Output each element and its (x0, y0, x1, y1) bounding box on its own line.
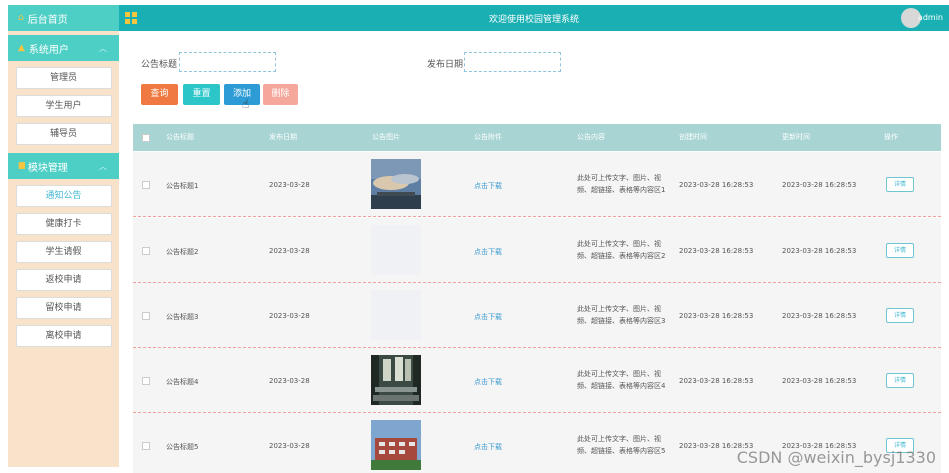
user-name[interactable]: admin (918, 13, 943, 22)
column-header-title[interactable]: 公告标题 (166, 124, 194, 151)
home-icon: ⌂ (18, 13, 24, 23)
app-root: ⌂ 后台首页 ▲ 系统用户 ︿ 管理员 学生用户 辅导员 ▮▮ 模块管理 ︿ 通… (0, 0, 949, 473)
sidebar-item-student-user[interactable]: 学生用户 (15, 95, 112, 117)
row-created: 2023-03-28 16:28:53 (679, 181, 754, 189)
title-search-input[interactable] (179, 52, 276, 72)
row-title: 公告标题5 (166, 443, 199, 451)
download-link[interactable]: 点击下载 (474, 181, 502, 191)
page-title: 欢迎使用校园管理系统 (488, 14, 579, 25)
select-all-checkbox[interactable] (142, 134, 150, 142)
chevron-up-icon: ︿ (99, 162, 107, 171)
delete-button[interactable]: 删除 (263, 84, 298, 105)
row-image (371, 355, 421, 405)
row-content: 此处可上传文字、图片、视频、超链接、表格等内容区1 (577, 174, 666, 194)
row-image (371, 290, 421, 340)
chevron-up-icon: ︿ (99, 44, 107, 53)
row-updated: 2023-03-28 16:28:53 (782, 377, 857, 385)
date-search-input[interactable] (464, 52, 561, 72)
notice-table: 公告标题 发布日期 公告图片 公告附件 公告内容 创建时间 更新时间 操作 公告… (133, 124, 941, 473)
row-checkbox[interactable] (142, 312, 150, 320)
title-search-label: 公告标题 (141, 60, 178, 70)
watermark: CSDN @weixin_bysj1330 (736, 448, 936, 467)
row-title: 公告标题3 (166, 313, 199, 321)
warning-icon: ▲ (18, 43, 25, 53)
sidebar-section-modules[interactable]: ▮▮ 模块管理 ︿ (8, 153, 119, 179)
row-content: 此处可上传文字、图片、视频、超链接、表格等内容区2 (577, 240, 666, 260)
row-created: 2023-03-28 16:28:53 (679, 247, 754, 255)
table-row: 公告标题2 2023-03-28 点击下载 此处可上传文字、图片、视频、超链接、… (133, 218, 941, 283)
column-header-image[interactable]: 公告图片 (372, 124, 400, 151)
row-date: 2023-03-28 (269, 442, 310, 450)
download-link[interactable]: 点击下载 (474, 247, 502, 257)
row-date: 2023-03-28 (269, 377, 310, 385)
sidebar-item-health-checkin[interactable]: 健康打卡 (15, 213, 112, 235)
row-checkbox[interactable] (142, 181, 150, 189)
row-date: 2023-03-28 (269, 247, 310, 255)
sidebar-section-users[interactable]: ▲ 系统用户 ︿ (8, 35, 119, 61)
row-image (371, 420, 421, 470)
date-search-label: 发布日期 (427, 60, 464, 70)
row-checkbox[interactable] (142, 377, 150, 385)
sidebar-home[interactable]: ⌂ 后台首页 (8, 5, 119, 31)
table-row: 公告标题3 2023-03-28 点击下载 此处可上传文字、图片、视频、超链接、… (133, 283, 941, 348)
sidebar-item-student-leave[interactable]: 学生请假 (15, 241, 112, 263)
sidebar-item-return-request[interactable]: 返校申请 (15, 269, 112, 291)
row-updated: 2023-03-28 16:28:53 (782, 181, 857, 189)
sidebar-item-admin[interactable]: 管理员 (15, 67, 112, 89)
column-header-attachment[interactable]: 公告附件 (474, 124, 502, 151)
row-content: 此处可上传文字、图片、视频、超链接、表格等内容区3 (577, 305, 666, 325)
download-link[interactable]: 点击下载 (474, 377, 502, 387)
sidebar-item-departure-request[interactable]: 离校申请 (15, 325, 112, 347)
sidebar-item-stay-request[interactable]: 留校申请 (15, 297, 112, 319)
reset-button[interactable]: 重置 (183, 84, 220, 105)
row-image (371, 225, 421, 275)
sidebar-item-counselor[interactable]: 辅导员 (15, 123, 112, 145)
bars-icon: ▮▮ (18, 161, 26, 171)
sidebar: ⌂ 后台首页 ▲ 系统用户 ︿ 管理员 学生用户 辅导员 ▮▮ 模块管理 ︿ 通… (8, 5, 119, 467)
row-created: 2023-03-28 16:28:53 (679, 312, 754, 320)
row-checkbox[interactable] (142, 442, 150, 450)
detail-button[interactable]: 详情 (886, 243, 914, 258)
detail-button[interactable]: 详情 (886, 177, 914, 192)
sidebar-item-notice[interactable]: 通知公告 (15, 185, 112, 207)
row-updated: 2023-03-28 16:28:53 (782, 247, 857, 255)
row-content: 此处可上传文字、图片、视频、超链接、表格等内容区4 (577, 370, 666, 390)
row-date: 2023-03-28 (269, 181, 310, 189)
column-header-content[interactable]: 公告内容 (577, 124, 605, 151)
detail-button[interactable]: 详情 (886, 373, 914, 388)
table-row: 公告标题4 2023-03-28 点击下载 此处可上传文字、图片、视频、超链接、… (133, 348, 941, 413)
table-header: 公告标题 发布日期 公告图片 公告附件 公告内容 创建时间 更新时间 操作 (133, 124, 941, 151)
column-header-action: 操作 (884, 133, 898, 141)
row-title: 公告标题1 (166, 182, 199, 190)
column-header-created[interactable]: 创建时间 (679, 124, 707, 151)
hand-cursor-icon: ☝ (242, 97, 250, 111)
search-button[interactable]: 查询 (141, 84, 178, 105)
column-header-date[interactable]: 发布日期 (269, 124, 297, 151)
row-title: 公告标题4 (166, 378, 199, 386)
sidebar-section-label: 模块管理 (27, 162, 68, 174)
table-row: 公告标题1 2023-03-28 点击下载 此处可上传文字、图片、视频、超链接、… (133, 152, 941, 217)
sidebar-section-label: 系统用户 (28, 44, 69, 56)
column-header-updated[interactable]: 更新时间 (782, 124, 810, 151)
row-date: 2023-03-28 (269, 312, 310, 320)
download-link[interactable]: 点击下载 (474, 312, 502, 322)
row-checkbox[interactable] (142, 247, 150, 255)
row-created: 2023-03-28 16:28:53 (679, 377, 754, 385)
row-updated: 2023-03-28 16:28:53 (782, 312, 857, 320)
sidebar-home-label: 后台首页 (27, 14, 68, 26)
row-title: 公告标题2 (166, 248, 199, 256)
row-content: 此处可上传文字、图片、视频、超链接、表格等内容区5 (577, 435, 666, 455)
top-bar: 欢迎使用校园管理系统 admin (119, 5, 949, 31)
download-link[interactable]: 点击下载 (474, 442, 502, 452)
row-image (371, 159, 421, 209)
detail-button[interactable]: 详情 (886, 308, 914, 323)
